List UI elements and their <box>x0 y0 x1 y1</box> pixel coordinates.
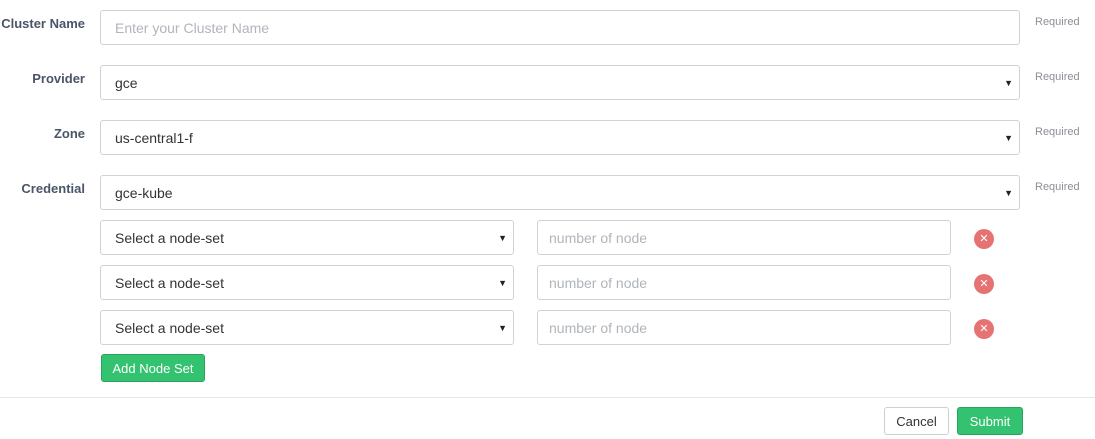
credential-select[interactable]: gce-kube ▼ <box>100 175 1020 210</box>
cluster-name-placeholder: Enter your Cluster Name <box>115 19 270 36</box>
zone-value: us-central1-f <box>115 129 193 146</box>
footer-divider <box>0 397 1095 398</box>
credential-label: Credential <box>21 181 85 196</box>
node-set-select-2[interactable]: Select a node-set ▼ <box>100 265 514 300</box>
remove-node-set-button-2[interactable]: ✕ <box>974 274 994 294</box>
provider-value: gce <box>115 74 138 91</box>
provider-select[interactable]: gce ▼ <box>100 65 1020 100</box>
credential-required: Required <box>1035 181 1080 193</box>
node-count-placeholder: number of node <box>549 319 648 336</box>
provider-required: Required <box>1035 71 1080 83</box>
node-count-input-1[interactable]: number of node <box>537 220 951 255</box>
zone-select[interactable]: us-central1-f ▼ <box>100 120 1020 155</box>
credential-value: gce-kube <box>115 184 173 201</box>
add-node-set-button[interactable]: Add Node Set <box>101 354 205 382</box>
chevron-down-icon: ▼ <box>1004 132 1013 143</box>
close-icon: ✕ <box>979 277 989 290</box>
chevron-down-icon: ▼ <box>498 232 507 243</box>
node-count-input-2[interactable]: number of node <box>537 265 951 300</box>
node-set-select-value: Select a node-set <box>115 319 224 336</box>
cluster-name-input[interactable]: Enter your Cluster Name <box>100 10 1020 45</box>
close-icon: ✕ <box>979 232 989 245</box>
chevron-down-icon: ▼ <box>1004 187 1013 198</box>
node-set-select-value: Select a node-set <box>115 274 224 291</box>
cancel-button[interactable]: Cancel <box>884 407 949 435</box>
create-cluster-form: Cluster Name Enter your Cluster Name Req… <box>0 0 1095 439</box>
chevron-down-icon: ▼ <box>498 277 507 288</box>
chevron-down-icon: ▼ <box>1004 77 1013 88</box>
zone-label: Zone <box>53 126 85 141</box>
node-set-select-value: Select a node-set <box>115 229 224 246</box>
node-set-select-1[interactable]: Select a node-set ▼ <box>100 220 514 255</box>
remove-node-set-button-3[interactable]: ✕ <box>974 319 994 339</box>
zone-required: Required <box>1035 126 1080 138</box>
node-count-placeholder: number of node <box>549 229 648 246</box>
node-count-input-3[interactable]: number of node <box>537 310 951 345</box>
provider-label: Provider <box>32 71 85 86</box>
cluster-name-label: Cluster Name <box>1 16 85 31</box>
remove-node-set-button-1[interactable]: ✕ <box>974 229 994 249</box>
close-icon: ✕ <box>979 322 989 335</box>
cluster-name-required: Required <box>1035 16 1080 28</box>
node-count-placeholder: number of node <box>549 274 648 291</box>
chevron-down-icon: ▼ <box>498 322 507 333</box>
submit-button[interactable]: Submit <box>957 407 1023 435</box>
node-set-select-3[interactable]: Select a node-set ▼ <box>100 310 514 345</box>
